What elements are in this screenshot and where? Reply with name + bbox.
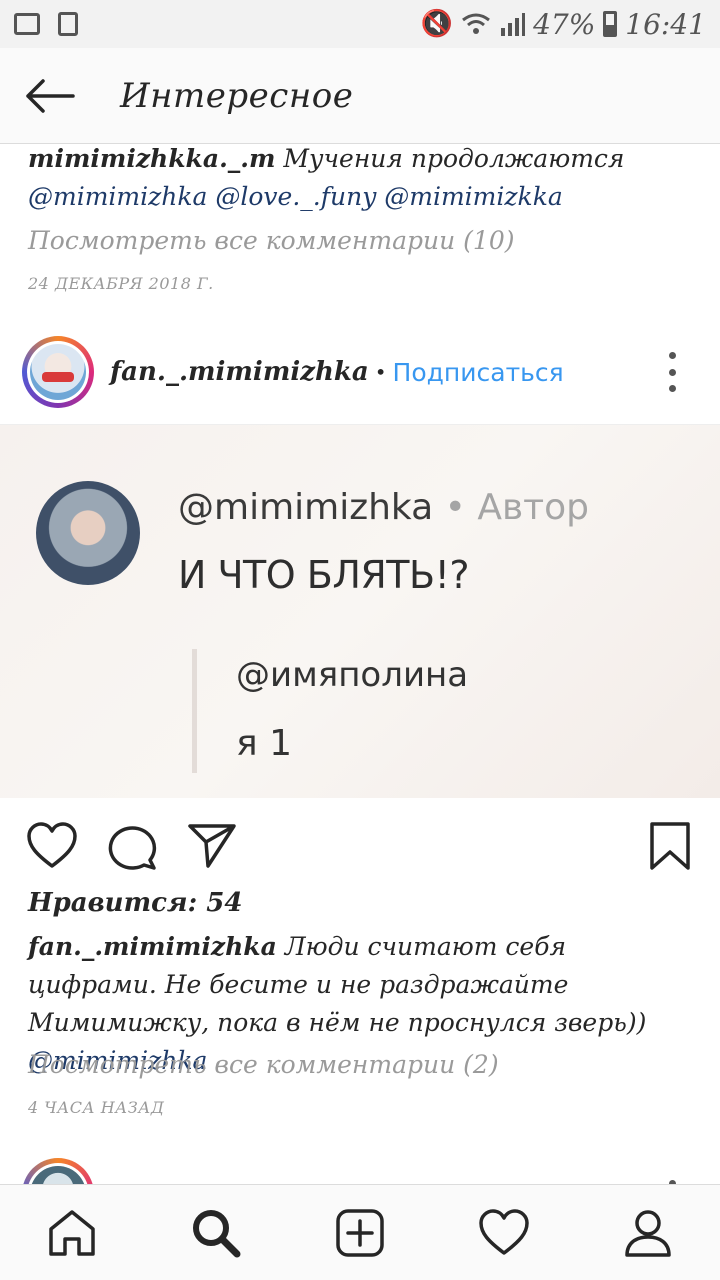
battery-icon	[603, 11, 618, 37]
comment-handle: @mimimizhka	[178, 487, 434, 528]
heart-icon	[479, 1208, 529, 1255]
bottom-navigation	[0, 1184, 720, 1280]
comment-button[interactable]	[106, 820, 158, 872]
send-icon	[188, 824, 236, 868]
nav-search-button[interactable]	[186, 1203, 246, 1263]
page-title: Интересное	[120, 75, 354, 116]
comment-avatar	[36, 481, 140, 585]
top-bar: Интересное	[0, 48, 720, 144]
nav-home-button[interactable]	[42, 1203, 102, 1263]
back-button[interactable]	[0, 48, 100, 144]
caption-username[interactable]: mimimizhkka._.m	[28, 144, 275, 173]
save-button[interactable]	[644, 820, 696, 872]
like-button[interactable]	[26, 820, 78, 872]
post-username[interactable]: fan._.mimimizhka	[110, 357, 369, 387]
comment-handle-line: @mimimizhka • Автор	[178, 487, 589, 528]
reply-text: я 1	[236, 723, 293, 764]
post-date: 24 ДЕКАБРЯ 2018 Г.	[28, 274, 214, 293]
author-label: Автор	[477, 487, 590, 528]
caption-text: Мучения продолжаются	[275, 144, 625, 173]
caption-mentions[interactable]: @mimimizhka @love._.funy @mimimizkka	[28, 182, 563, 211]
reply-username: @имяполина	[236, 655, 469, 695]
nav-add-button[interactable]	[330, 1203, 390, 1263]
mute-icon: 🔇	[420, 9, 454, 39]
post-time-ago: 4 ЧАСА НАЗАД	[28, 1098, 165, 1117]
post-image[interactable]: @mimimizhka • Автор И ЧТО БЛЯТЬ!? @имяпо…	[0, 424, 720, 798]
signal-icon	[501, 13, 526, 36]
gallery-notification-icon	[14, 13, 40, 35]
battery-percent: 47%	[533, 7, 596, 41]
bookmark-icon	[650, 822, 690, 870]
status-time: 16:41	[625, 7, 706, 41]
nav-profile-button[interactable]	[618, 1203, 678, 1263]
status-bar: 🔇 47% 16:41	[0, 0, 720, 48]
document-notification-icon	[58, 12, 78, 36]
caption-username[interactable]: fan._.mimimizhka	[28, 932, 277, 961]
comment-text: И ЧТО БЛЯТЬ!?	[178, 553, 470, 597]
post-header: fan._.mimimizhka • Подписаться	[0, 330, 720, 414]
quote-bar	[192, 649, 197, 773]
share-button[interactable]	[186, 820, 238, 872]
heart-icon	[27, 822, 77, 868]
profile-icon	[625, 1209, 671, 1257]
nav-activity-button[interactable]	[474, 1203, 534, 1263]
follow-button[interactable]: Подписаться	[393, 358, 564, 387]
view-all-comments-link[interactable]: Посмотреть все комментарии (2)	[28, 1050, 499, 1079]
comment-icon	[108, 826, 157, 870]
more-options-button[interactable]	[660, 352, 684, 392]
arrow-left-icon	[26, 78, 75, 113]
previous-post-caption: mimimizhkka._.m Мучения продолжаются @mi…	[28, 140, 698, 216]
avatar[interactable]	[22, 336, 94, 408]
home-icon	[49, 1209, 95, 1256]
avatar-image	[30, 344, 86, 400]
comment-sep: •	[433, 487, 478, 528]
likes-count[interactable]: Нравится: 54	[28, 888, 242, 918]
post-actions	[0, 814, 720, 876]
wifi-icon	[462, 13, 490, 34]
add-post-icon	[336, 1208, 384, 1257]
view-all-comments-link[interactable]: Посмотреть все комментарии (10)	[28, 226, 514, 255]
more-vertical-icon	[668, 352, 676, 359]
separator-dot: •	[374, 360, 387, 384]
search-icon	[193, 1209, 241, 1257]
